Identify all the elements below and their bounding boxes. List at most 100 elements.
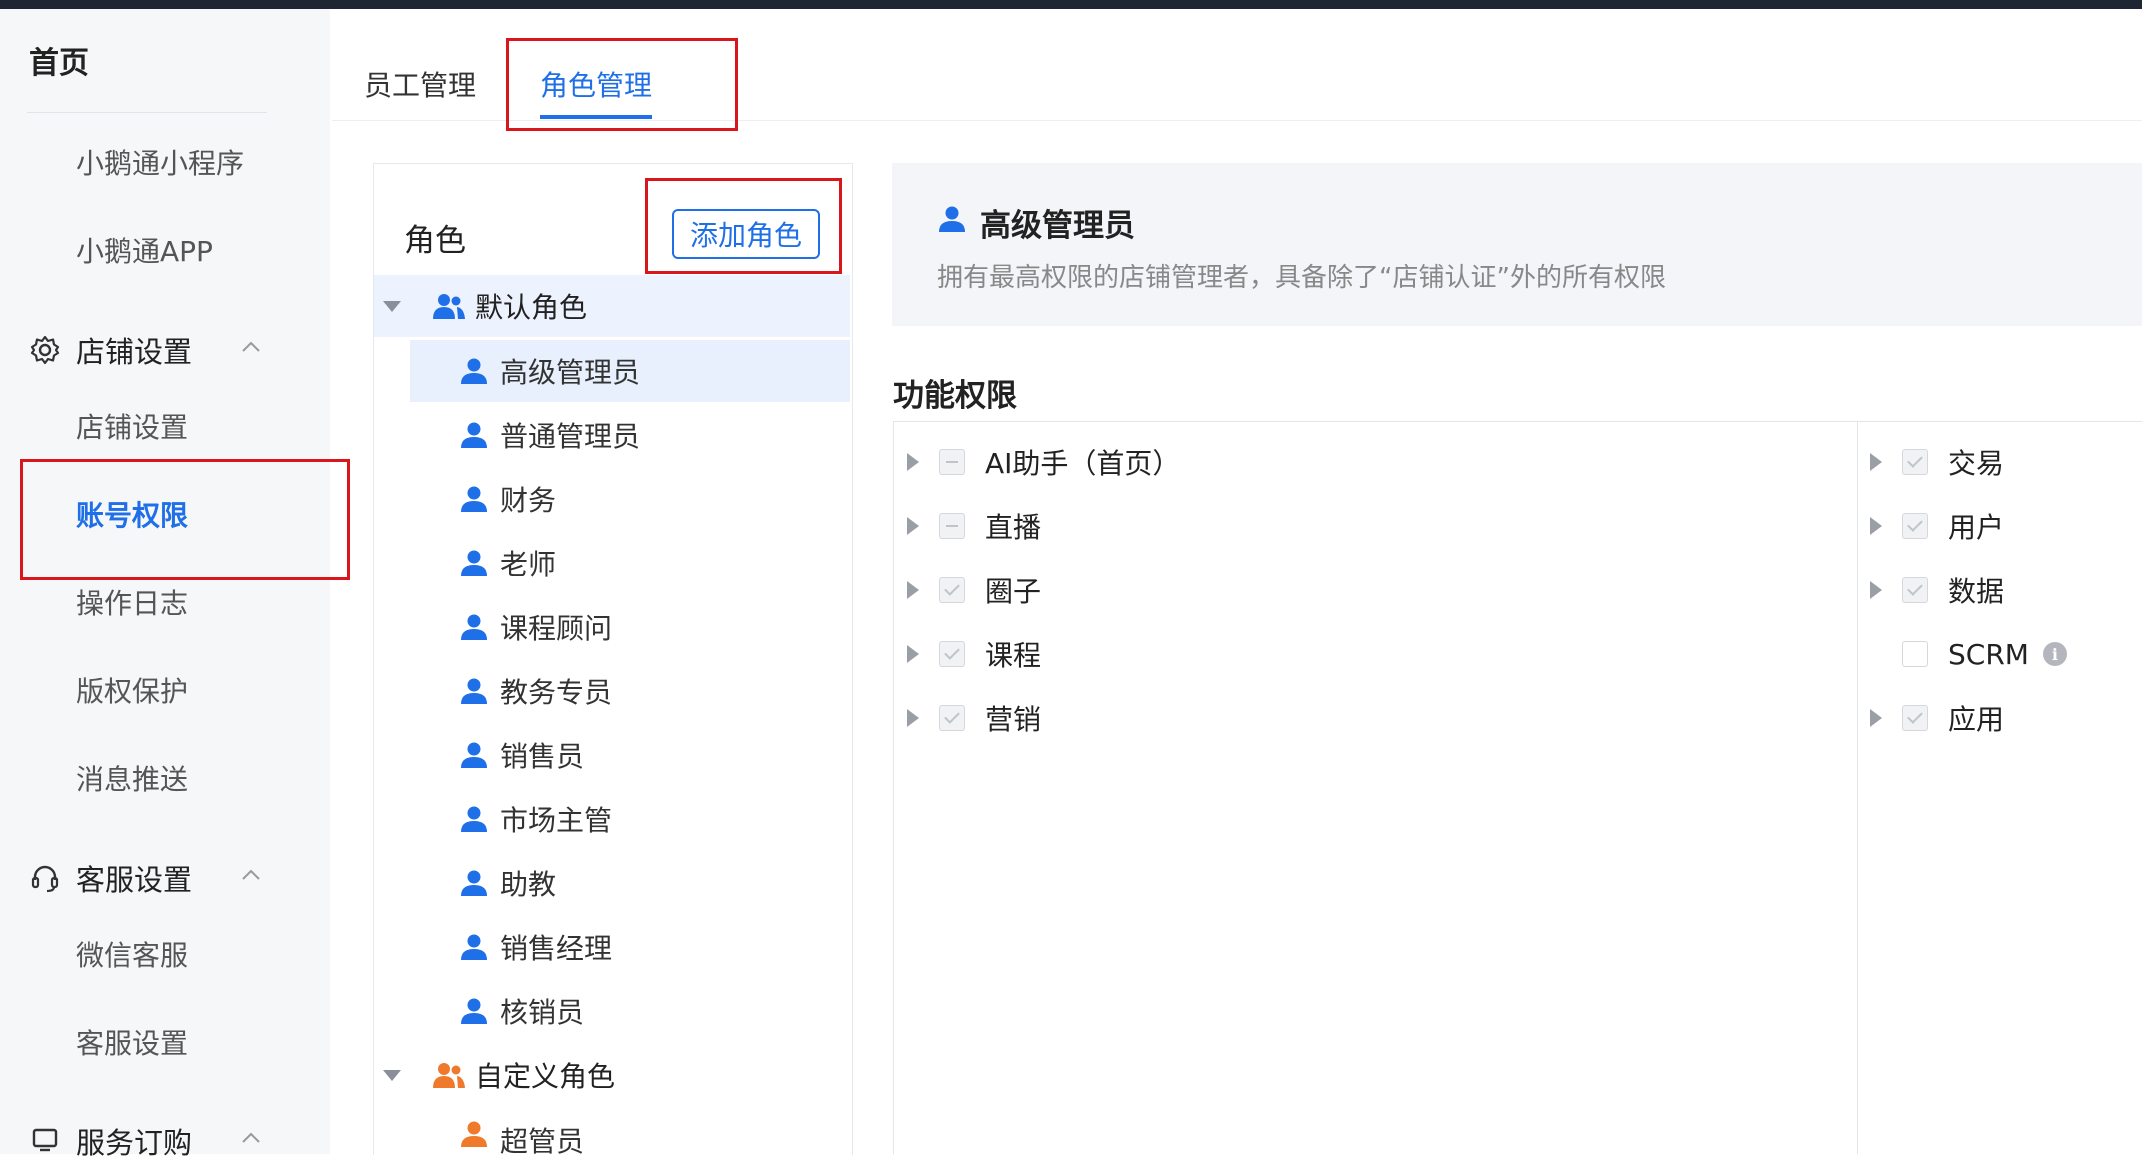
expand-arrow-icon[interactable]	[907, 581, 919, 599]
permission-checkbox[interactable]	[939, 641, 965, 667]
user-icon	[460, 1120, 488, 1148]
expand-arrow-icon[interactable]	[907, 517, 919, 535]
permission-checkbox[interactable]	[1902, 577, 1928, 603]
role-item-regular-admin[interactable]: 普通管理员	[410, 404, 850, 466]
headset-icon	[28, 861, 62, 895]
chevron-up-icon[interactable]	[240, 864, 262, 890]
perm-row-live[interactable]: 直播	[907, 501, 1041, 551]
role-item-label: 普通管理员	[500, 420, 641, 453]
perm-row-users[interactable]: 用户	[1870, 501, 2004, 551]
role-item-academic-affairs[interactable]: 教务专员	[410, 660, 850, 722]
permission-checkbox[interactable]	[1902, 705, 1928, 731]
sidebar-group-label: 店铺设置	[76, 335, 193, 369]
perm-row-trade[interactable]: 交易	[1870, 437, 2004, 487]
permission-checkbox[interactable]	[939, 449, 965, 475]
perm-row-scrm[interactable]: SCRM i	[1870, 629, 2067, 679]
permission-label: 课程	[985, 639, 1042, 672]
sidebar-group-label: 客服设置	[76, 863, 193, 897]
expand-arrow-icon[interactable]	[1870, 581, 1882, 599]
role-item-label: 高级管理员	[500, 356, 641, 389]
expand-arrow-icon[interactable]	[1870, 453, 1882, 471]
role-item-label: 助教	[500, 868, 557, 901]
role-item-super-admin[interactable]: 超管员	[410, 1108, 850, 1158]
sidebar-item-service-settings[interactable]: 客服设置	[76, 1022, 188, 1062]
window-top-bar	[0, 0, 2142, 9]
tab-staff-management[interactable]: 员工管理	[364, 64, 476, 104]
role-item-marketing-lead[interactable]: 市场主管	[410, 788, 850, 850]
sidebar-item-copyright[interactable]: 版权保护	[76, 670, 188, 710]
permission-label: 用户	[1948, 511, 2005, 544]
role-group-default[interactable]: 默认角色	[374, 275, 850, 337]
user-icon	[460, 549, 488, 577]
permission-checkbox[interactable]	[1902, 513, 1928, 539]
permission-checkbox[interactable]	[939, 577, 965, 603]
role-item-label: 超管员	[500, 1125, 585, 1158]
sidebar-group-customer-service[interactable]: 客服设置	[28, 858, 260, 898]
sidebar-group-store-settings[interactable]: 店铺设置	[28, 330, 260, 370]
user-icon	[460, 805, 488, 833]
caret-down-icon[interactable]	[383, 300, 401, 312]
column-divider	[1857, 421, 1858, 1154]
sidebar-item-operation-log[interactable]: 操作日志	[76, 582, 188, 622]
permission-checkbox[interactable]	[939, 513, 965, 539]
perm-row-apps[interactable]: 应用	[1870, 693, 2004, 743]
role-group-custom[interactable]: 自定义角色	[374, 1044, 850, 1106]
sidebar-home[interactable]: 首页	[29, 38, 89, 82]
expand-arrow-icon[interactable]	[907, 453, 919, 471]
permission-label: SCRM	[1948, 637, 2029, 671]
sidebar-group-label: 服务订购	[76, 1126, 193, 1160]
expand-arrow-icon[interactable]	[1870, 517, 1882, 535]
expand-arrow-icon[interactable]	[1870, 709, 1882, 727]
role-item-course-consultant[interactable]: 课程顾问	[410, 596, 850, 658]
sidebar-item-store-settings[interactable]: 店铺设置	[76, 406, 188, 446]
role-group-label: 自定义角色	[475, 1060, 616, 1093]
chevron-up-icon[interactable]	[240, 336, 262, 362]
sidebar-item-wechat-service[interactable]: 微信客服	[76, 934, 188, 974]
role-item-assistant[interactable]: 助教	[410, 852, 850, 914]
role-item-label: 市场主管	[500, 804, 613, 837]
function-permissions-title: 功能权限	[893, 378, 1017, 414]
role-item-finance[interactable]: 财务	[410, 468, 850, 530]
sidebar-item-mini-program[interactable]: 小鹅通小程序	[76, 142, 244, 182]
user-icon	[460, 357, 488, 385]
permission-label: AI助手（首页）	[985, 447, 1181, 480]
perm-row-ai-assistant[interactable]: AI助手（首页）	[907, 437, 1180, 487]
user-icon	[460, 677, 488, 705]
perm-row-course[interactable]: 课程	[907, 629, 1041, 679]
expand-arrow-icon[interactable]	[907, 645, 919, 663]
user-icon	[460, 997, 488, 1025]
role-group-label: 默认角色	[475, 291, 588, 324]
user-icon	[460, 933, 488, 961]
role-item-label: 核销员	[500, 996, 585, 1029]
role-item-senior-admin[interactable]: 高级管理员	[410, 340, 850, 402]
user-icon	[938, 205, 966, 237]
role-item-verifier[interactable]: 核销员	[410, 980, 850, 1042]
caret-down-icon[interactable]	[383, 1069, 401, 1081]
info-icon[interactable]: i	[2042, 642, 2067, 666]
perm-row-circle[interactable]: 圈子	[907, 565, 1041, 615]
perm-row-data[interactable]: 数据	[1870, 565, 2004, 615]
role-item-label: 销售员	[500, 740, 585, 773]
role-item-label: 课程顾问	[500, 612, 613, 645]
expand-arrow-icon[interactable]	[907, 709, 919, 727]
role-item-sales-manager[interactable]: 销售经理	[410, 916, 850, 978]
permission-checkbox[interactable]	[939, 705, 965, 731]
highlight-box-add-role	[645, 178, 842, 274]
chevron-up-icon[interactable]	[240, 1127, 262, 1153]
permission-checkbox[interactable]	[1902, 641, 1928, 667]
sidebar-item-message-push[interactable]: 消息推送	[76, 758, 188, 798]
perm-row-marketing[interactable]: 营销	[907, 693, 1041, 743]
sidebar-item-app[interactable]: 小鹅通APP	[76, 230, 213, 270]
sidebar-divider	[27, 112, 267, 113]
role-panel-title: 角色	[404, 223, 466, 259]
permission-checkbox[interactable]	[1902, 449, 1928, 475]
gear-icon	[28, 333, 62, 367]
role-item-teacher[interactable]: 老师	[410, 532, 850, 594]
role-detail-description: 拥有最高权限的店铺管理者，具备除了“店铺认证”外的所有权限	[937, 263, 1666, 293]
role-item-sales[interactable]: 销售员	[410, 724, 850, 786]
permission-label: 数据	[1948, 575, 2005, 608]
sidebar-group-service-order[interactable]: 服务订购	[28, 1121, 260, 1161]
highlight-box-account-permissions	[20, 459, 350, 580]
user-icon	[460, 869, 488, 897]
